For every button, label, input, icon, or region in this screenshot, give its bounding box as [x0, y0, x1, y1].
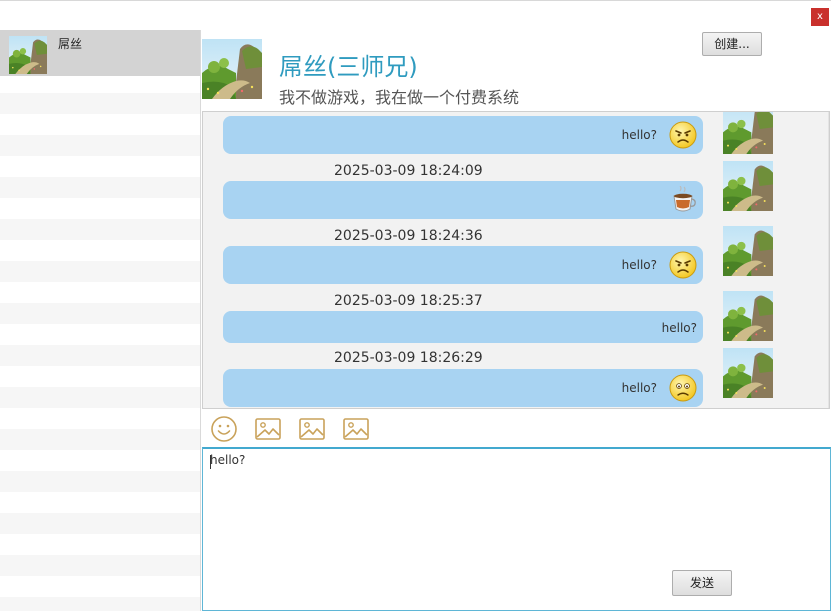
text-caret: [210, 455, 211, 469]
sender-avatar: [723, 291, 773, 341]
contact-list[interactable]: 屌丝: [0, 30, 201, 611]
emoji-icon[interactable]: [210, 415, 238, 443]
message-text: hello?: [621, 128, 657, 142]
create-button[interactable]: 创建...: [702, 32, 762, 56]
message-bubble: hello?: [223, 369, 703, 407]
message-bubble: [223, 181, 703, 219]
contact-name: 屌丝: [58, 37, 83, 51]
message-bubble: hello?: [223, 246, 703, 284]
sender-avatar: [723, 226, 773, 276]
chat-avatar: [202, 39, 262, 99]
chat-subtitle: 我不做游戏，我在做一个付费系统: [279, 88, 520, 107]
message-bubble: hello?: [223, 311, 703, 343]
message-list[interactable]: hello? 2025-03-09 18:24:09 2025-03-09 18…: [202, 111, 830, 409]
chat-title: 屌丝(三师兄): [279, 53, 418, 81]
angry-face-icon: [669, 121, 697, 149]
contact-avatar: [8, 36, 48, 74]
sad-face-icon: [669, 374, 697, 402]
image-icon[interactable]: [298, 415, 326, 443]
sender-avatar: [723, 348, 773, 398]
sender-avatar: [723, 111, 773, 154]
angry-face-icon: [669, 251, 697, 279]
image-icon[interactable]: [254, 415, 282, 443]
coffee-cup-icon: [669, 186, 697, 214]
message-timestamp: 2025-03-09 18:25:37: [334, 293, 483, 309]
sender-avatar: [723, 161, 773, 211]
message-scrollbar[interactable]: [828, 112, 829, 408]
window-top-border: [0, 0, 831, 1]
message-input[interactable]: hello?: [202, 447, 831, 611]
message-timestamp: 2025-03-09 18:24:09: [334, 163, 483, 179]
message-text: hello?: [621, 258, 657, 272]
message-timestamp: 2025-03-09 18:26:29: [334, 350, 483, 366]
send-button[interactable]: 发送: [672, 570, 732, 596]
message-bubble: hello?: [223, 116, 703, 154]
close-button[interactable]: x: [811, 8, 829, 26]
message-timestamp: 2025-03-09 18:24:36: [334, 228, 483, 244]
message-input-text: hello?: [210, 453, 246, 467]
contact-item[interactable]: 屌丝: [0, 30, 200, 76]
image-icon[interactable]: [342, 415, 370, 443]
message-text: hello?: [621, 381, 657, 395]
message-text: hello?: [661, 321, 697, 335]
